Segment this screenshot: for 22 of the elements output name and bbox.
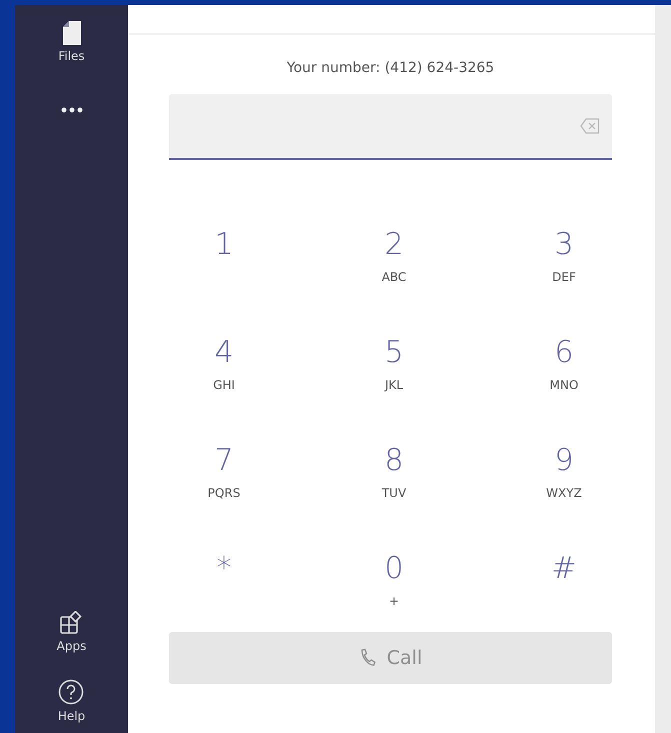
dialpad-key[interactable]: 0 + [309, 552, 479, 608]
sidebar-item[interactable]: Files [52, 19, 91, 65]
sidebar-item[interactable]: Apps [50, 609, 92, 655]
help-icon [58, 679, 84, 705]
dialpad-key[interactable]: 3 DEF [479, 228, 649, 284]
dialpad-key[interactable]: 4 GHI [139, 336, 309, 392]
dialpad-key[interactable]: 8 TUV [309, 444, 479, 500]
dialpad-key[interactable]: # [479, 552, 649, 586]
dialpad-key[interactable]: 6 MNO [479, 336, 649, 392]
apps-icon [59, 611, 84, 635]
sidebar-item[interactable]: Help [52, 677, 92, 725]
dialpad-key[interactable]: * [139, 552, 309, 586]
dialpad-key[interactable]: 7 PQRS [139, 444, 309, 500]
more-icon [60, 107, 82, 113]
dialpad-key[interactable]: 2 ABC [309, 228, 479, 284]
your-number-text: Your number: (412) 624-3265 [286, 60, 496, 76]
dial-input-field[interactable] [169, 94, 612, 160]
dialpad-key[interactable]: 1 [139, 228, 309, 262]
file-icon [62, 21, 80, 45]
dialpad-key[interactable]: 5 JKL [309, 336, 479, 392]
phone-icon [358, 648, 377, 668]
dialpad-key[interactable]: 9 WXYZ [479, 444, 649, 500]
